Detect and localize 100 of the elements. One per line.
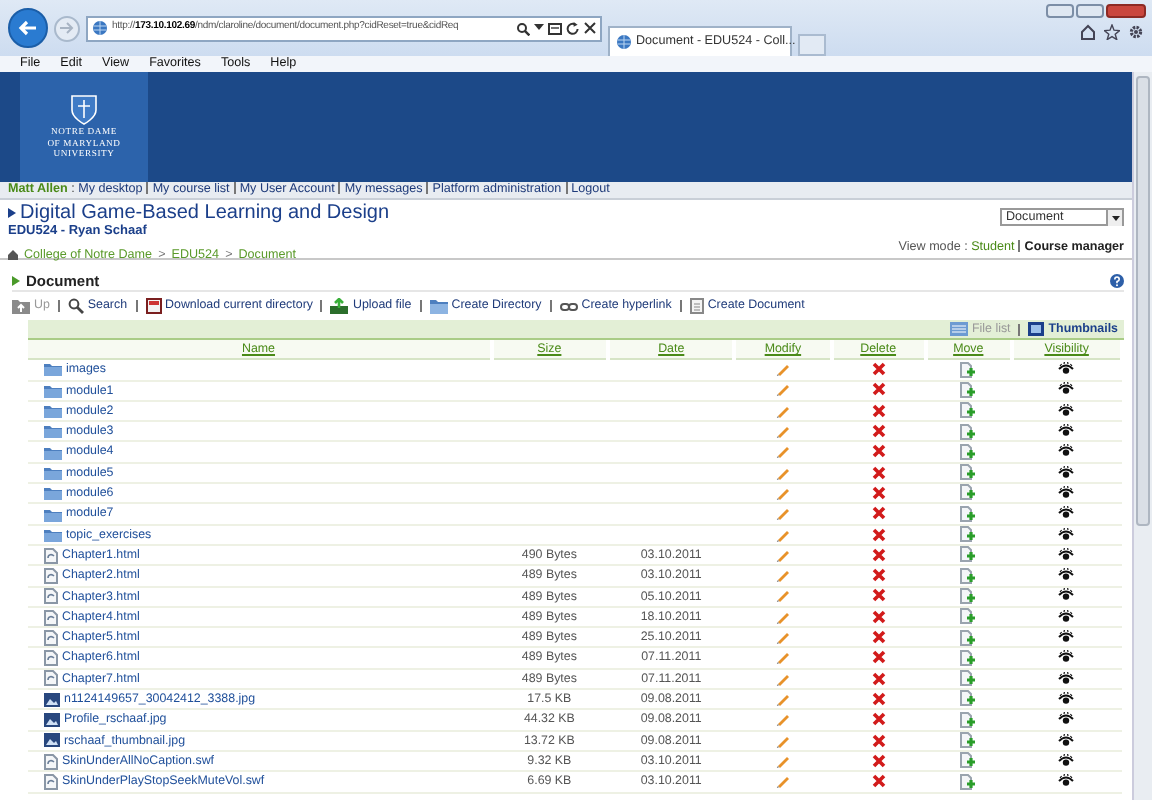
delete-icon[interactable]: [871, 485, 886, 500]
eye-icon[interactable]: [1058, 382, 1075, 397]
delete-icon[interactable]: [871, 362, 886, 377]
pencil-icon[interactable]: [775, 650, 790, 665]
delete-icon[interactable]: [871, 671, 886, 686]
eye-icon[interactable]: [1058, 609, 1075, 624]
pencil-icon[interactable]: [775, 712, 790, 727]
gear-icon[interactable]: [1128, 24, 1144, 40]
pencil-icon[interactable]: [775, 527, 790, 542]
delete-icon[interactable]: [871, 733, 886, 747]
pencil-icon[interactable]: [775, 382, 790, 397]
help-icon[interactable]: [1110, 274, 1124, 288]
home-icon[interactable]: [1080, 24, 1096, 40]
document-icon: [44, 773, 58, 790]
scrollbar[interactable]: [1132, 72, 1152, 800]
scrollbar-thumb[interactable]: [1136, 76, 1150, 526]
pencil-icon[interactable]: [775, 609, 790, 624]
document-icon: [44, 629, 58, 646]
move-icon[interactable]: [960, 587, 977, 604]
course-title[interactable]: Digital Game-Based Learning and Design: [20, 202, 390, 224]
pencil-icon[interactable]: [775, 671, 790, 686]
pencil-icon[interactable]: [775, 403, 790, 418]
eye-icon[interactable]: [1058, 403, 1075, 418]
delete-icon[interactable]: [871, 609, 886, 624]
pencil-icon[interactable]: [775, 691, 790, 706]
pencil-icon[interactable]: [775, 465, 790, 480]
eye-icon[interactable]: [1058, 733, 1075, 747]
eye-icon[interactable]: [1058, 588, 1075, 603]
delete-icon[interactable]: [871, 753, 886, 768]
refresh-icon: [566, 21, 580, 35]
move-icon[interactable]: [960, 361, 977, 378]
move-icon[interactable]: [960, 690, 977, 707]
eye-icon[interactable]: [1058, 424, 1075, 439]
close-button[interactable]: [1106, 4, 1146, 18]
eye-icon[interactable]: [1058, 444, 1075, 459]
move-icon[interactable]: [960, 773, 977, 790]
pencil-icon[interactable]: [775, 733, 790, 747]
pencil-icon[interactable]: [775, 444, 790, 459]
folder-icon: [44, 404, 62, 419]
delete-icon[interactable]: [871, 547, 886, 562]
move-icon[interactable]: [960, 381, 977, 398]
delete-icon[interactable]: [871, 424, 886, 439]
pencil-icon[interactable]: [775, 547, 790, 562]
move-icon[interactable]: [960, 464, 977, 481]
eye-icon[interactable]: [1058, 712, 1075, 727]
eye-icon[interactable]: [1058, 671, 1075, 686]
move-icon[interactable]: [960, 443, 977, 460]
move-icon[interactable]: [960, 567, 977, 584]
delete-icon[interactable]: [871, 568, 886, 583]
delete-icon[interactable]: [871, 403, 886, 418]
pencil-icon[interactable]: [775, 424, 790, 439]
delete-icon[interactable]: [871, 691, 886, 706]
star-icon[interactable]: [1104, 24, 1120, 40]
eye-icon[interactable]: [1058, 362, 1075, 377]
globe-icon: [92, 20, 108, 36]
move-icon[interactable]: [960, 629, 977, 646]
delete-icon[interactable]: [871, 444, 886, 459]
eye-icon[interactable]: [1058, 465, 1075, 480]
move-icon[interactable]: [960, 484, 977, 501]
move-icon[interactable]: [960, 526, 977, 543]
delete-icon[interactable]: [871, 506, 886, 521]
eye-icon[interactable]: [1058, 630, 1075, 645]
move-icon[interactable]: [960, 752, 977, 769]
pencil-icon[interactable]: [775, 568, 790, 583]
pencil-icon[interactable]: [775, 774, 790, 789]
delete-icon[interactable]: [871, 774, 886, 789]
pencil-icon[interactable]: [775, 630, 790, 645]
eye-icon[interactable]: [1058, 527, 1075, 542]
delete-icon[interactable]: [871, 588, 886, 603]
delete-icon[interactable]: [871, 630, 886, 645]
picture-icon: [44, 732, 60, 749]
move-icon[interactable]: [960, 505, 977, 522]
eye-icon[interactable]: [1058, 774, 1075, 789]
eye-icon[interactable]: [1058, 547, 1075, 562]
back-button[interactable]: [8, 8, 48, 48]
delete-icon[interactable]: [871, 465, 886, 480]
delete-icon[interactable]: [871, 382, 886, 397]
move-icon[interactable]: [960, 649, 977, 666]
move-icon[interactable]: [960, 711, 977, 728]
pencil-icon[interactable]: [775, 485, 790, 500]
move-icon[interactable]: [960, 732, 977, 748]
document-icon: [44, 753, 58, 770]
eye-icon[interactable]: [1058, 485, 1075, 500]
eye-icon[interactable]: [1058, 506, 1075, 521]
delete-icon[interactable]: [871, 712, 886, 727]
pencil-icon[interactable]: [775, 753, 790, 768]
move-icon[interactable]: [960, 423, 977, 440]
pencil-icon[interactable]: [775, 588, 790, 603]
move-icon[interactable]: [960, 670, 977, 687]
move-icon[interactable]: [960, 402, 977, 419]
delete-icon[interactable]: [871, 527, 886, 542]
pencil-icon[interactable]: [775, 506, 790, 521]
move-icon[interactable]: [960, 608, 977, 625]
eye-icon[interactable]: [1058, 691, 1075, 706]
pencil-icon[interactable]: [775, 362, 790, 377]
eye-icon[interactable]: [1058, 568, 1075, 583]
eye-icon[interactable]: [1058, 650, 1075, 665]
delete-icon[interactable]: [871, 650, 886, 665]
move-icon[interactable]: [960, 546, 977, 563]
eye-icon[interactable]: [1058, 753, 1075, 768]
